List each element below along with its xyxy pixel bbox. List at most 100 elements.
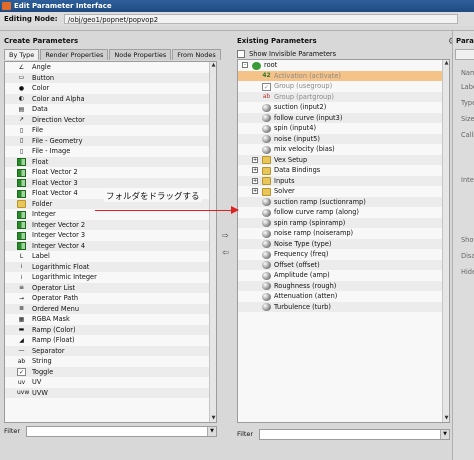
property-label: Size <box>461 115 474 123</box>
tree-item-solver[interactable]: + Solver <box>238 186 449 197</box>
filter-dropdown-icon[interactable]: ▼ <box>207 427 216 436</box>
integer-vector-icon <box>17 221 26 229</box>
tree-item-group-usegroup-[interactable]: ✓ Group (usegroup) <box>238 81 449 92</box>
tree-item-turbulence-turb-[interactable]: Turbulence (turb) <box>238 301 449 312</box>
scroll-up-icon[interactable]: ▲ <box>443 60 449 67</box>
tree-item-mix-velocity-bias-[interactable]: mix velocity (bias) <box>238 144 449 155</box>
tree-item-roughness-rough-[interactable]: Roughness (rough) <box>238 280 449 291</box>
create-item-string[interactable]: ab String <box>5 356 216 367</box>
tree-item-root[interactable]: - root <box>238 60 449 71</box>
create-item-rgba-mask[interactable]: ▦ RGBA Mask <box>5 314 216 325</box>
create-item-label: Integer Vector 2 <box>32 220 86 229</box>
filter-dropdown-icon[interactable]: ▼ <box>440 430 449 439</box>
create-item-data[interactable]: ▤ Data <box>5 104 216 115</box>
tab-node-properties[interactable]: Node Properties <box>109 49 172 60</box>
create-parameters-title: Create Parameters <box>4 37 79 45</box>
show-invisible-row[interactable]: Show Invisible Parameters <box>237 49 336 59</box>
create-item-file[interactable]: ▯ File <box>5 125 216 136</box>
create-item-toggle[interactable]: ✓ Toggle <box>5 366 216 377</box>
expand-icon[interactable]: + <box>252 156 258 163</box>
tree-item-frequency-freq-[interactable]: Frequency (freq) <box>238 249 449 260</box>
tree-item-attenuation-atten-[interactable]: Attenuation (atten) <box>238 291 449 302</box>
create-item-ordered-menu[interactable]: ≣ Ordered Menu <box>5 303 216 314</box>
scroll-down-icon[interactable]: ▼ <box>210 415 216 422</box>
create-item-float-vector-3[interactable]: Float Vector 3 <box>5 177 216 188</box>
show-invisible-checkbox[interactable] <box>237 50 245 58</box>
toggle-icon: ✓ <box>262 82 271 91</box>
properties-tab[interactable] <box>455 49 474 60</box>
folder-icon <box>262 166 271 175</box>
create-item-label: UVW <box>32 388 48 397</box>
create-item-float[interactable]: Float <box>5 156 216 167</box>
tree-item-follow-curve-ramp-along-[interactable]: follow curve ramp (along) <box>238 207 449 218</box>
collapse-icon[interactable]: - <box>242 62 248 68</box>
tree-item-group-partgroup-[interactable]: ab Group (partgroup) <box>238 91 449 102</box>
expand-icon[interactable]: + <box>252 177 258 184</box>
tree-item-vex-setup[interactable]: + Vex Setup <box>238 154 449 165</box>
create-filter-input[interactable]: ▼ <box>26 426 217 437</box>
expand-icon[interactable]: + <box>252 188 258 194</box>
move-right-icon[interactable]: ⇨ <box>221 231 230 240</box>
tab-from-nodes[interactable]: From Nodes <box>172 49 221 60</box>
tree-item-label: noise ramp (noiseramp) <box>274 229 354 237</box>
tree-item-amplitude-amp-[interactable]: Amplitude (amp) <box>238 270 449 281</box>
drag-annotation-line <box>95 210 232 211</box>
create-item-operator-list[interactable]: ≡ Operator List <box>5 282 216 293</box>
tree-item-offset-offset-[interactable]: Offset (offset) <box>238 259 449 270</box>
existing-tree-scrollbar[interactable]: ▲ ▼ <box>442 60 449 422</box>
create-list-scrollbar[interactable]: ▲ ▼ <box>209 62 216 422</box>
existing-filter-input[interactable]: ▼ <box>259 429 450 440</box>
tab-by-type[interactable]: By Type <box>4 49 40 60</box>
create-item-color-and-alpha[interactable]: ◐ Color and Alpha <box>5 93 216 104</box>
existing-parameter-tree[interactable]: - root 42 Activation (activate) ✓ Group (useg… <box>237 59 450 423</box>
create-item-separator[interactable]: — Separator <box>5 345 216 356</box>
create-item-button[interactable]: ▭ Button <box>5 72 216 83</box>
create-item-angle[interactable]: ∠ Angle <box>5 62 216 73</box>
tree-item-spin-ramp-spinramp-[interactable]: spin ramp (spinramp) <box>238 217 449 228</box>
tree-item-data-bindings[interactable]: + Data Bindings <box>238 165 449 176</box>
tree-item-noise-ramp-noiseramp-[interactable]: noise ramp (noiseramp) <box>238 228 449 239</box>
create-item-label: UV <box>32 378 42 386</box>
string-icon: ab <box>17 357 26 365</box>
tree-item-noise-input5-[interactable]: noise (input5) <box>238 133 449 144</box>
move-left-icon[interactable]: ⇦ <box>221 248 230 257</box>
editing-node-path[interactable]: /obj/geo1/popnet/popvop2 <box>64 14 458 24</box>
dot-icon <box>262 124 271 133</box>
create-item-label[interactable]: L Label <box>5 251 216 262</box>
tree-item-noise-type-type-[interactable]: Noise Type (type) <box>238 238 449 249</box>
create-item-label: File <box>32 126 44 134</box>
direction-icon: ↗ <box>18 116 25 123</box>
create-item-color[interactable]: ● Color <box>5 83 216 94</box>
create-item-logarithmic-integer[interactable]: ⁞ Logarithmic Integer <box>5 272 216 283</box>
tab-render-properties[interactable]: Render Properties <box>40 49 109 60</box>
create-item-float-vector-2[interactable]: Float Vector 2 <box>5 167 216 178</box>
create-parameter-list[interactable]: ∠ Angle ▭ Button ● Color ◐ Color and Alpha ▤ Data… <box>4 61 217 423</box>
tree-item-follow-curve-input3-[interactable]: follow curve (input3) <box>238 112 449 123</box>
dot-icon <box>262 282 271 290</box>
create-item-direction-vector[interactable]: ↗ Direction Vector <box>5 114 216 125</box>
create-item-label: Data <box>32 105 48 113</box>
create-item-ramp-float-[interactable]: ◢ Ramp (Float) <box>5 335 216 346</box>
dot-icon <box>262 229 271 238</box>
create-item-file-geometry[interactable]: ▯ File - Geometry <box>5 135 216 146</box>
create-item-integer-vector-2[interactable]: Integer Vector 2 <box>5 219 216 230</box>
ramp-float-icon: ◢ <box>19 336 24 344</box>
tree-item-label: Solver <box>274 187 295 195</box>
tree-item-activation-activate-[interactable]: 42 Activation (activate) <box>238 70 449 81</box>
expand-icon[interactable]: + <box>252 167 258 173</box>
create-item-file-image[interactable]: ▯ File - Image <box>5 146 216 157</box>
create-item-uv[interactable]: uv UV <box>5 377 216 388</box>
tree-item-spin-input4-[interactable]: spin (input4) <box>238 123 449 134</box>
scroll-down-icon[interactable]: ▼ <box>443 415 449 422</box>
scroll-up-icon[interactable]: ▲ <box>210 62 216 69</box>
create-item-ramp-color-[interactable]: ▬ Ramp (Color) <box>5 324 216 335</box>
create-item-logarithmic-float[interactable]: ⁞ Logarithmic Float <box>5 261 216 272</box>
tree-item-suction-ramp-suctionramp-[interactable]: suction ramp (suctionramp) <box>238 196 449 207</box>
tree-item-suction-input2-[interactable]: suction (input2) <box>238 102 449 113</box>
create-item-label: Folder <box>32 199 53 208</box>
create-item-integer-vector-4[interactable]: Integer Vector 4 <box>5 240 216 251</box>
create-item-operator-path[interactable]: → Operator Path <box>5 293 216 304</box>
tree-item-inputs[interactable]: + Inputs <box>238 175 449 186</box>
create-item-integer-vector-3[interactable]: Integer Vector 3 <box>5 230 216 241</box>
create-item-uvw[interactable]: uvw UVW <box>5 387 216 398</box>
